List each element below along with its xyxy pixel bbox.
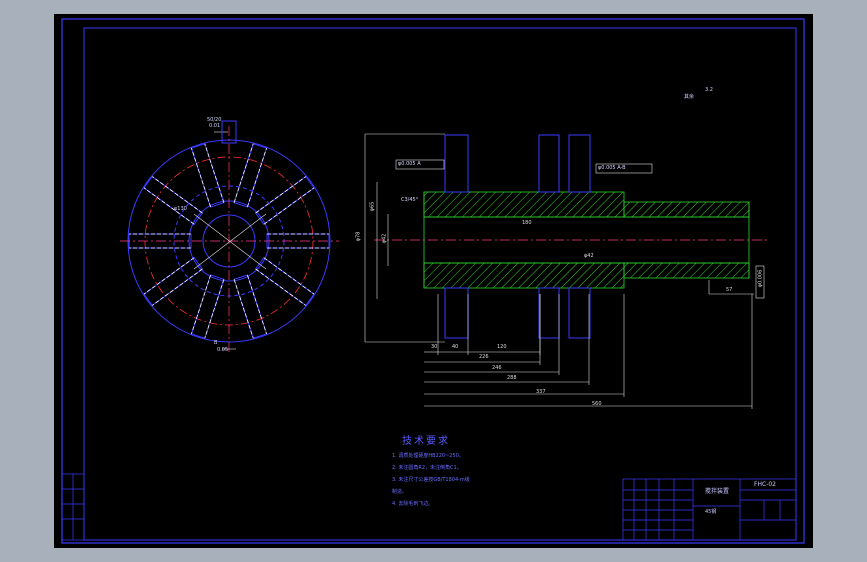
right-dim-1: 57 [726, 287, 733, 293]
left-dim-3: φ42 [381, 233, 388, 244]
mid-dim: 180 [522, 220, 532, 226]
technical-notes: 技术要求 1. 调质处理硬度HB220~250。 2. 未注圆角R2，未注倒角C… [392, 432, 470, 507]
bottom-dim-5: 246 [492, 365, 502, 371]
front-center-dim: φ130 [174, 206, 187, 212]
blade [254, 175, 315, 226]
note-item: 1. 调质处理硬度HB220~250。 [392, 453, 464, 459]
title-block-code: FHC-02 [754, 481, 776, 488]
bore-label: φ42 [584, 253, 594, 259]
left-dim-2: φ65 [369, 201, 376, 212]
front-bottom-note-1: B [214, 340, 218, 346]
roughness-value: 3.2 [705, 87, 713, 93]
bottom-dim-4: 120 [497, 344, 507, 350]
blade [233, 143, 268, 208]
bottom-dim-8: 560 [592, 401, 602, 407]
front-top-note-2: 0.01 [209, 123, 221, 129]
note-item: 2. 未注圆角R2，未注倒角C1。 [392, 465, 462, 471]
blade [143, 256, 204, 307]
notes-heading: 技术要求 [402, 436, 450, 447]
note-item: 3. 未注尺寸公差按GB/T1804-m级 [392, 477, 470, 483]
left-dim-1: φ78 [355, 231, 362, 242]
gdt-right-text: φ0.005 A-B [598, 165, 626, 171]
section-blades [444, 134, 591, 339]
blade [254, 256, 315, 307]
title-block-name: 搅拌装置 [705, 488, 730, 495]
bottom-dim-1: 30 [431, 344, 438, 350]
blade [233, 274, 268, 339]
gdt-left-text: φ0.005 A [398, 161, 421, 167]
roughness-note: 其余 [684, 94, 695, 100]
front-bottom-note-2: 0.05 [217, 347, 229, 353]
bottom-dim-2: 40 [452, 344, 459, 350]
bottom-dim-3: 226 [479, 354, 489, 360]
bottom-dim-6: 288 [507, 375, 517, 381]
blade [143, 175, 204, 226]
revision-stamp [61, 473, 85, 541]
blade [190, 274, 225, 339]
cad-drawing-canvas[interactable]: 50/20 0.01 φ130 B 0.05 φ0.005 A φ0.005 A… [54, 14, 813, 548]
blade [190, 143, 225, 208]
bottom-dim-7: 337 [536, 389, 546, 395]
title-block-material: 45钢 [705, 509, 717, 515]
right-dim-2: φ0.006 [757, 269, 764, 288]
chamfer-label: C3/45° [401, 197, 419, 203]
note-item: 制造。 [392, 489, 408, 495]
front-view-centerlines [120, 126, 339, 354]
note-item: 4. 去除毛刺飞边。 [392, 501, 434, 507]
bottom-dimension-lines [424, 294, 753, 409]
